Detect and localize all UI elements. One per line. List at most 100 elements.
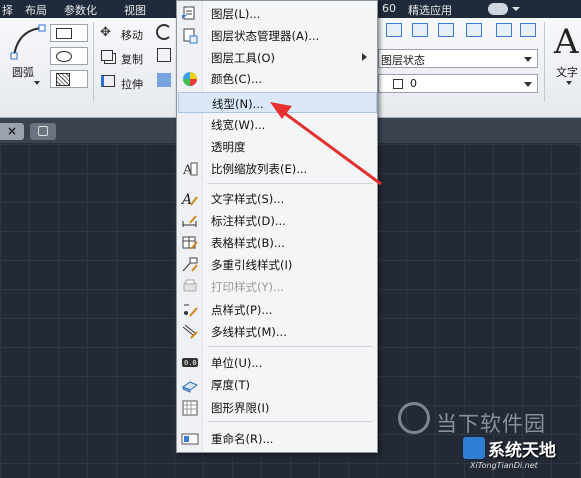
menu-item-label: 点样式(P)... [211, 303, 273, 317]
menu-separator [207, 346, 373, 347]
menu-item[interactable]: 标注样式(D)... [178, 210, 377, 231]
menu-item-label: 表格样式(B)... [211, 236, 285, 250]
chevron-down-icon[interactable] [512, 7, 520, 11]
menu-item-label: 多线样式(M)... [211, 325, 287, 339]
menu-item-label: 图层状态管理器(A)... [211, 29, 320, 43]
rectangle-icon [56, 28, 72, 39]
table-style-icon [182, 236, 198, 250]
trim-icon[interactable] [157, 48, 171, 62]
menu-item-label: 厚度(T) [211, 378, 250, 392]
menu-item-label: 图层(L)... [211, 7, 261, 21]
layer-tool-icon-1[interactable] [386, 23, 402, 37]
point-style-icon [184, 304, 198, 317]
mleader-style-icon [182, 257, 198, 272]
menu-item[interactable]: 多重引线样式(I) [178, 254, 377, 275]
menu-item[interactable]: 0.0 单位(U)... [178, 352, 377, 373]
hatch-icon [56, 51, 72, 62]
text-style-icon: A [181, 192, 198, 207]
dim-style-icon [182, 215, 197, 227]
menu-item[interactable]: 重命名(R)... [178, 428, 377, 449]
menu-item-label: 打印样式(Y)... [211, 280, 284, 294]
menubar-item-view[interactable]: 视图 [124, 2, 146, 18]
watermark-logo-1 [398, 402, 430, 434]
menubar-item-parametric[interactable]: 参数化 [64, 2, 97, 18]
menu-item[interactable]: 图层状态管理器(A)... [178, 25, 377, 46]
new-tab-icon [38, 126, 48, 136]
current-layer-value: 0 [410, 77, 417, 90]
svg-text:0.0: 0.0 [184, 359, 197, 367]
stretch-icon[interactable] [101, 75, 115, 87]
menu-item-label: 图层工具(O) [211, 51, 276, 65]
stretch-label[interactable]: 拉伸 [121, 76, 143, 92]
menu-item[interactable]: 透明度 [178, 136, 377, 157]
text-tool-icon[interactable]: A [554, 22, 579, 62]
menu-item[interactable]: A 比例缩放列表(E)... [178, 158, 377, 179]
new-tab-button[interactable] [30, 123, 56, 140]
chevron-down-icon[interactable] [566, 81, 572, 85]
menu-item[interactable]: 线宽(W)... [178, 114, 377, 135]
menu-item[interactable]: 图层工具(O) [178, 47, 377, 68]
menu-item-label: 标注样式(D)... [211, 214, 286, 228]
menu-separator [207, 421, 373, 422]
menubar-item-featured-apps[interactable]: 精选应用 [408, 2, 452, 18]
menu-item-label: 线宽(W)... [211, 118, 266, 132]
layer-tool-icon-2[interactable] [412, 23, 428, 37]
menu-item[interactable]: 线型(N)... [178, 92, 377, 113]
menu-item[interactable]: A 文字样式(S)... [178, 188, 377, 209]
units-icon: 0.0 [182, 358, 198, 367]
layer-tool-icon-4[interactable] [466, 23, 482, 37]
layer-state-label: 图层状态 [381, 54, 425, 67]
menu-item-label: 图形界限(I) [211, 401, 270, 415]
rotate-icon[interactable] [156, 24, 172, 40]
menu-item[interactable]: 多线样式(M)... [178, 321, 377, 342]
rectangle-tool-button[interactable] [50, 24, 88, 42]
arc-icon[interactable] [8, 24, 48, 60]
layer-color-swatch [393, 79, 403, 89]
menu-item[interactable]: 点样式(P)... [178, 299, 377, 320]
menu-item-label: 比例缩放列表(E)... [211, 162, 308, 176]
text-label[interactable]: 文字 [556, 64, 578, 80]
menu-item-label: 透明度 [211, 140, 246, 154]
chevron-down-icon [524, 82, 532, 87]
menu-item[interactable]: 表格样式(B)... [178, 232, 377, 253]
layer-state-dropdown[interactable]: 图层状态 [378, 49, 538, 68]
layer-tool-icon-6[interactable] [520, 23, 536, 37]
menu-item-label: 重命名(R)... [211, 432, 274, 446]
current-layer-dropdown[interactable]: 0 [378, 74, 538, 93]
menu-separator [207, 183, 373, 184]
arc-label[interactable]: 圆弧 [12, 64, 34, 80]
menu-item-label: 单位(U)... [211, 356, 263, 370]
chevron-down-icon[interactable] [34, 81, 40, 85]
menu-item[interactable]: 颜色(C)... [178, 68, 377, 89]
layer-icon [182, 6, 195, 20]
watermark-logo-2 [463, 437, 485, 459]
copy-label[interactable]: 复制 [121, 51, 143, 67]
move-icon[interactable]: ✥ [100, 25, 111, 40]
svg-text:A: A [181, 192, 192, 207]
layer-tool-icon-3[interactable] [438, 23, 454, 37]
grid-hatch-icon [56, 73, 70, 86]
layer-state-icon [183, 28, 198, 44]
menubar-item-select[interactable]: 择 [2, 2, 13, 18]
menu-item: 打印样式(Y)... [178, 276, 377, 297]
menu-item[interactable]: 厚度(T) [178, 374, 377, 395]
hatch-tool-button[interactable] [50, 47, 88, 65]
copy-icon[interactable] [101, 50, 113, 61]
menu-item-label: 文字样式(S)... [211, 192, 285, 206]
menu-item[interactable]: 图层(L)... [178, 3, 377, 24]
rename-icon [181, 433, 199, 445]
menubar-cloud-icon[interactable] [488, 3, 508, 15]
move-label[interactable]: 移动 [121, 27, 143, 43]
layer-tool-icon-5[interactable] [496, 23, 512, 37]
mirror-icon[interactable] [157, 73, 171, 87]
watermark-site-2-url: XiTongTianDi.net [470, 461, 538, 470]
menu-item-label: 颜色(C)... [211, 72, 262, 86]
color-wheel-icon [183, 72, 197, 86]
close-tab-button[interactable]: × [0, 123, 24, 140]
mline-style-icon [182, 324, 198, 339]
gradient-tool-button[interactable] [50, 70, 88, 88]
menubar-item-layout[interactable]: 布局 [25, 2, 47, 18]
menubar-item-360[interactable]: 60 [382, 2, 396, 15]
menu-item[interactable]: 图形界限(I) [178, 397, 377, 418]
watermark-site-2: 系统天地 [488, 441, 556, 461]
